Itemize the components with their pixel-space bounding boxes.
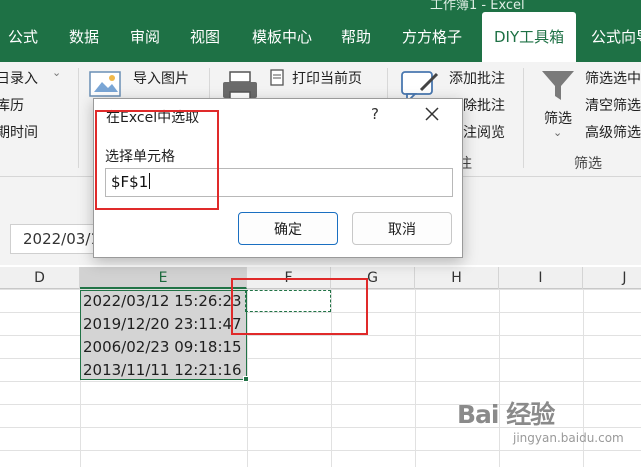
print-page-icon [270, 69, 284, 86]
annotation-box-f1 [231, 278, 368, 335]
ribbon-date-entry[interactable]: 日录入 [0, 68, 38, 88]
watermark-url: jingyan.baidu.com [513, 431, 624, 445]
tab-formulas[interactable]: 公式 [8, 12, 38, 62]
ribbon-datetime[interactable]: 期时间 [0, 122, 38, 142]
cell-e3[interactable]: 2006/02/23 09:18:15 [83, 336, 242, 359]
tab-diy-toolbox[interactable]: DIY工具箱 [482, 12, 577, 62]
ribbon-separator [78, 68, 79, 168]
funnel-icon [542, 71, 574, 100]
column-header-i[interactable]: I [499, 267, 583, 289]
column-header-h[interactable]: H [415, 267, 499, 289]
ribbon-separator [523, 68, 524, 168]
tab-view[interactable]: 视图 [190, 12, 220, 62]
annotation-box-input [95, 110, 219, 210]
tab-formula-wizard[interactable]: 公式向导 [591, 12, 641, 62]
watermark-brand: Bai 经验 [457, 400, 555, 429]
tab-fangfang[interactable]: 方方格子 [402, 12, 462, 62]
filter-button[interactable]: 筛选 [544, 108, 572, 128]
filter-selected-button[interactable]: 筛选选中 [585, 68, 641, 88]
import-image-button[interactable]: 导入图片 [133, 68, 189, 88]
tab-data[interactable]: 数据 [69, 12, 99, 62]
add-comment-button[interactable]: 添加批注 [449, 68, 505, 88]
fill-handle[interactable] [243, 376, 249, 382]
cell-e4[interactable]: 2013/11/11 12:21:16 [83, 359, 242, 382]
tab-review[interactable]: 审阅 [130, 12, 160, 62]
tab-help[interactable]: 帮助 [341, 12, 371, 62]
image-icon [89, 71, 121, 97]
print-current-page-button[interactable]: 打印当前页 [292, 68, 362, 88]
chevron-down-icon[interactable]: ⌄ [553, 126, 562, 139]
column-header-d[interactable]: D [0, 267, 80, 289]
clear-filter-button[interactable]: 清空筛选 [585, 95, 641, 115]
cell-e2[interactable]: 2019/12/20 23:11:47 [83, 313, 242, 336]
column-header-j[interactable]: J [583, 267, 641, 289]
baidu-watermark: Bai 经验 jingyan.baidu.com [445, 393, 635, 455]
ribbon-calendar[interactable]: 库历 [0, 95, 24, 115]
close-icon[interactable] [422, 104, 442, 124]
filter-group-label: 筛选 [574, 156, 602, 172]
help-button[interactable]: ? [371, 105, 379, 123]
advanced-filter-button[interactable]: 高级筛选 [585, 122, 641, 142]
ok-button[interactable]: 确定 [238, 212, 338, 245]
excel-window: 工作簿1 - Excel 公式 数据 审阅 视图 模板中心 帮助 方方格子 DI… [0, 0, 641, 467]
chevron-down-icon[interactable]: ⌄ [52, 66, 61, 79]
cancel-button[interactable]: 取消 [352, 212, 452, 245]
grid-line [415, 289, 416, 467]
tab-template-center[interactable]: 模板中心 [252, 12, 312, 62]
cell-e1[interactable]: 2022/03/12 15:26:23 [83, 290, 242, 313]
title-bar: 工作簿1 - Excel [0, 0, 641, 13]
formula-input[interactable]: 2022/03/12 15:26:23 [10, 224, 100, 254]
ribbon-tab-bar: 公式 数据 审阅 视图 模板中心 帮助 方方格子 DIY工具箱 公式向导 [0, 12, 641, 62]
column-header-e[interactable]: E [80, 267, 247, 289]
